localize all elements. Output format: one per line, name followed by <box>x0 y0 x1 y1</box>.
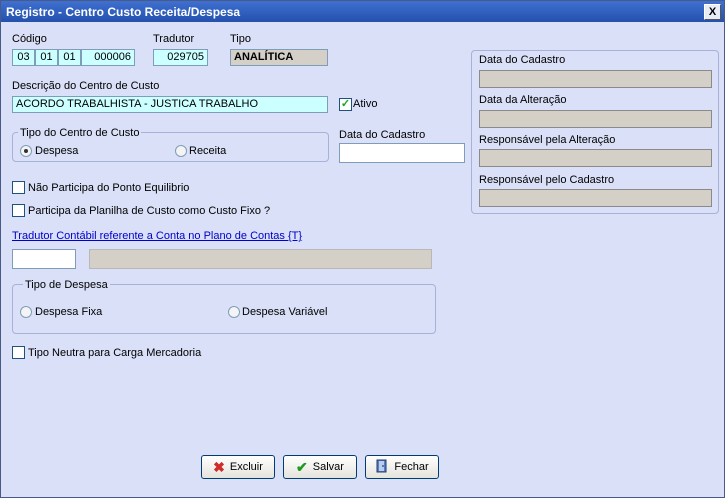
audit-resp-alteracao-label: Responsável pela Alteração <box>479 134 616 146</box>
tipo-label: Tipo <box>230 33 251 45</box>
descricao-field[interactable]: ACORDO TRABALHISTA - JUSTICA TRABALHO <box>12 96 328 113</box>
ativo-label: Ativo <box>353 98 378 110</box>
close-button[interactable]: X <box>704 4 721 20</box>
tipo-despesa-legend: Tipo de Despesa <box>23 279 110 291</box>
tipo-field: ANALÍTICA <box>230 49 328 66</box>
tradutor-contabil-link[interactable]: Tradutor Contábil referente a Conta no P… <box>12 230 302 242</box>
radio-despesa-fixa[interactable] <box>20 306 32 318</box>
radio-despesa-variavel[interactable] <box>228 306 240 318</box>
data-cadastro-label: Data do Cadastro <box>339 129 426 141</box>
x-icon: ✖ <box>213 459 225 475</box>
nao-participa-checkbox[interactable] <box>12 181 25 194</box>
codigo-part-1[interactable]: 03 <box>12 49 35 66</box>
codigo-part-4[interactable]: 000006 <box>81 49 135 66</box>
radio-despesa-fixa-label: Despesa Fixa <box>35 306 103 318</box>
tradutor-field[interactable]: 029705 <box>153 49 208 66</box>
radio-despesa-label: Despesa <box>35 145 79 157</box>
title-bar: Registro - Centro Custo Receita/Despesa … <box>1 1 724 22</box>
codigo-part-2[interactable]: 01 <box>35 49 58 66</box>
tipo-centro-legend: Tipo do Centro de Custo <box>18 127 142 139</box>
participa-planilha-checkbox[interactable] <box>12 204 25 217</box>
excluir-button-label: Excluir <box>229 461 263 473</box>
main-window: Registro - Centro Custo Receita/Despesa … <box>0 0 725 498</box>
audit-data-alteracao-label: Data da Alteração <box>479 94 567 106</box>
excluir-button[interactable]: ✖ Excluir <box>201 455 275 479</box>
descricao-label: Descrição do Centro de Custo <box>12 80 160 92</box>
nao-participa-label: Não Participa do Ponto Equilibrio <box>28 182 190 194</box>
door-exit-icon <box>375 459 389 475</box>
window-title: Registro - Centro Custo Receita/Despesa <box>6 5 241 19</box>
salvar-button-label: Salvar <box>312 461 344 473</box>
tradutor-contabil-code-field[interactable] <box>12 249 76 269</box>
tradutor-contabil-description-field <box>89 249 432 269</box>
fechar-button[interactable]: Fechar <box>365 455 439 479</box>
tipo-neutra-label: Tipo Neutra para Carga Mercadoria <box>28 347 202 359</box>
fechar-button-label: Fechar <box>394 461 429 473</box>
tradutor-label: Tradutor <box>153 33 195 45</box>
audit-resp-alteracao-field <box>479 149 712 167</box>
data-cadastro-field[interactable] <box>339 143 465 163</box>
ativo-checkbox[interactable]: ✓ <box>339 98 352 111</box>
participa-planilha-label: Participa da Planilha de Custo como Cust… <box>28 205 271 217</box>
radio-receita-label: Receita <box>189 145 227 157</box>
check-icon: ✔ <box>296 459 308 475</box>
salvar-button[interactable]: ✔ Salvar <box>283 455 357 479</box>
audit-resp-cadastro-field <box>479 189 712 207</box>
radio-despesa-variavel-label: Despesa Variável <box>242 306 328 318</box>
audit-data-cadastro-field <box>479 70 712 88</box>
radio-receita[interactable] <box>175 145 187 157</box>
radio-despesa[interactable] <box>20 145 32 157</box>
codigo-part-3[interactable]: 01 <box>58 49 81 66</box>
tipo-neutra-checkbox[interactable] <box>12 346 25 359</box>
codigo-label: Código <box>12 33 47 45</box>
audit-data-alteracao-field <box>479 110 712 128</box>
audit-resp-cadastro-label: Responsável pelo Cadastro <box>479 174 615 186</box>
audit-data-cadastro-label: Data do Cadastro <box>479 54 566 66</box>
